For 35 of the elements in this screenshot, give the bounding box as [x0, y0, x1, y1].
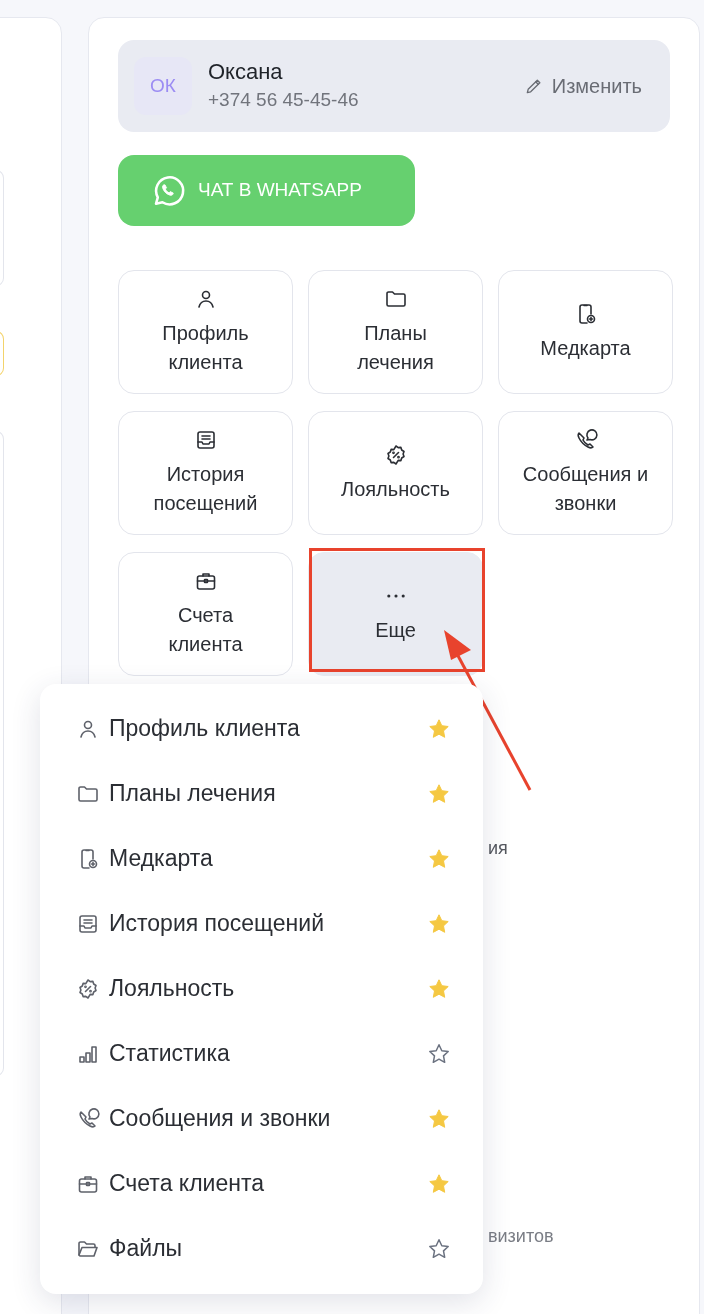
- menu-item[interactable]: Файлы: [76, 1216, 451, 1281]
- menu-item[interactable]: Профиль клиента: [76, 696, 451, 761]
- section-tile[interactable]: Медкарта: [498, 270, 673, 394]
- star-icon[interactable]: [427, 1041, 451, 1066]
- section-label: ия: [488, 837, 509, 860]
- star-icon[interactable]: [427, 846, 451, 871]
- avatar: ОК: [134, 57, 192, 115]
- menu-item[interactable]: Планы лечения: [76, 761, 451, 826]
- edit-button[interactable]: Изменить: [523, 71, 642, 101]
- section-tile[interactable]: История посещений: [118, 411, 293, 535]
- menu-item[interactable]: Лояльность: [76, 956, 451, 1021]
- section-tile[interactable]: Сообщения и звонки: [498, 411, 673, 535]
- phone-chat-icon: [76, 1106, 100, 1131]
- star-icon[interactable]: [427, 781, 451, 806]
- menu-item[interactable]: Счета клиента: [76, 1151, 451, 1216]
- ellipsis-icon: [386, 593, 405, 598]
- star-icon[interactable]: [427, 976, 451, 1001]
- section-tile[interactable]: Счета клиента: [118, 552, 293, 676]
- contact-phone: +374 56 45-45-46: [208, 88, 360, 112]
- menu-item[interactable]: Медкарта: [76, 826, 451, 891]
- contact-name: Оксана: [208, 58, 284, 86]
- menu-item[interactable]: Статистика: [76, 1021, 451, 1086]
- section-label: визитов: [488, 1225, 555, 1248]
- discount-badge-icon: [76, 976, 100, 1001]
- star-icon[interactable]: [427, 1236, 451, 1261]
- section-tile[interactable]: Еще: [308, 552, 483, 676]
- star-icon[interactable]: [427, 1106, 451, 1131]
- menu-item[interactable]: История посещений: [76, 891, 451, 956]
- section-tile[interactable]: Лояльность: [308, 411, 483, 535]
- star-icon[interactable]: [427, 911, 451, 936]
- section-tile[interactable]: Планы лечения: [308, 270, 483, 394]
- menu-item[interactable]: Сообщения и звонки: [76, 1086, 451, 1151]
- star-icon[interactable]: [427, 716, 451, 741]
- section-tile[interactable]: Профиль клиента: [118, 270, 293, 394]
- star-icon[interactable]: [427, 1171, 451, 1196]
